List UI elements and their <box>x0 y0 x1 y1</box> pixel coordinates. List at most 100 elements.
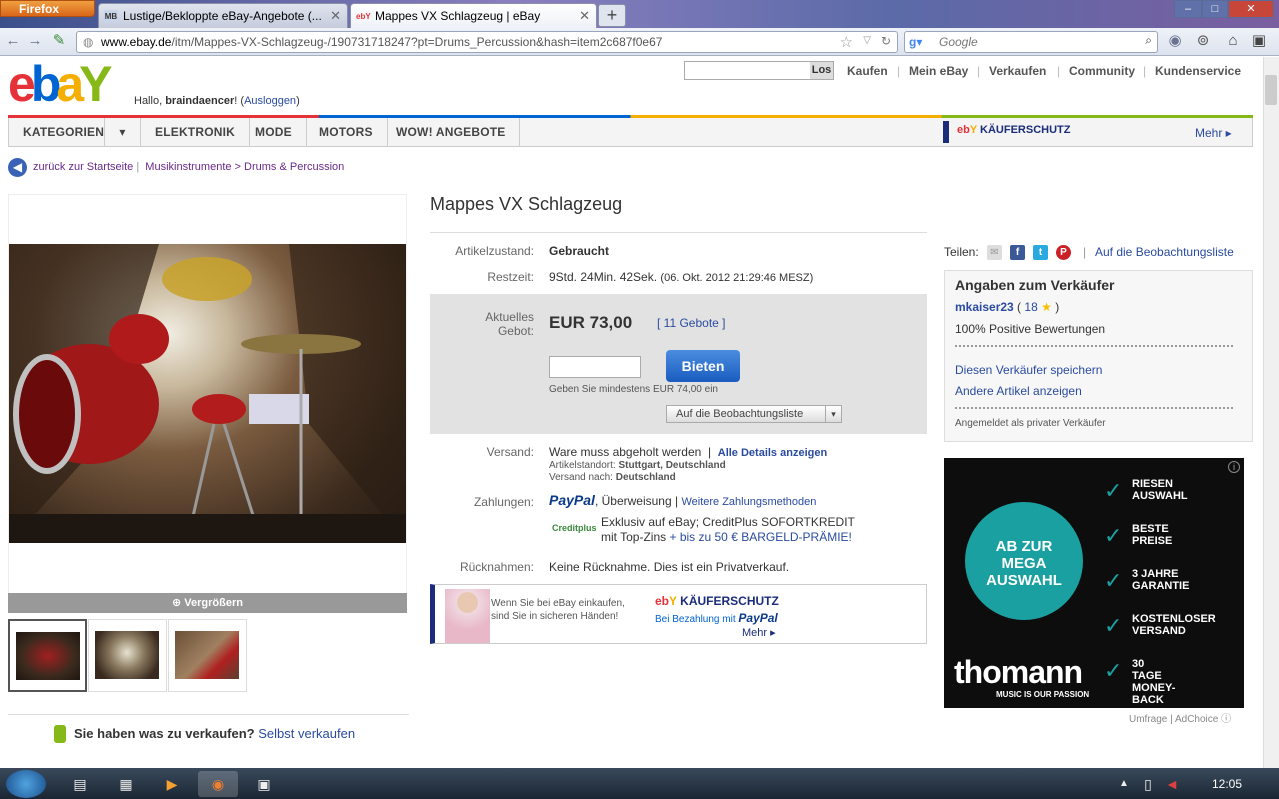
enlarge-button[interactable]: ⊕ Vergrößern <box>8 593 407 613</box>
new-tab-button[interactable]: + <box>598 4 626 27</box>
shipping-label: Versand: <box>486 445 534 459</box>
home-icon[interactable]: ⌂ <box>1224 32 1242 50</box>
thomann-tagline: MUSIC IS OUR PASSION <box>996 690 1090 699</box>
start-button[interactable] <box>6 770 46 798</box>
survey-link[interactable]: Umfrage <box>1129 714 1167 725</box>
thumbnail-3[interactable] <box>168 619 247 692</box>
kaeuferschutz-banner[interactable]: Wenn Sie bei eBay einkaufen, sind Sie in… <box>430 584 927 644</box>
back-to-home-link[interactable]: zurück zur Startseite <box>33 161 133 173</box>
close-window-button[interactable]: ✕ <box>1228 0 1274 18</box>
windows-taskbar: ▤ ▦ ▶ ◉ ▣ ▲ ▯ ◄ 12:05 <box>0 768 1279 799</box>
facebook-icon[interactable]: f <box>1010 245 1025 260</box>
thomann-ad[interactable]: i AB ZUR MEGA AUSWAHL ✓ RIESEN AUSWAHL ✓ BE… <box>944 458 1244 708</box>
main-product-image[interactable] <box>9 244 406 543</box>
thumbnail-2[interactable] <box>88 619 167 692</box>
twitter-icon[interactable]: t <box>1033 245 1048 260</box>
clock[interactable]: 12:05 <box>1212 777 1242 791</box>
check-icon: ✓ <box>1104 478 1123 503</box>
chat-icon[interactable]: ◉ <box>1166 32 1184 50</box>
kaeuferschutz-badge[interactable]: ebY KÄUFERSCHUTZ <box>943 121 1071 143</box>
ebay-logo[interactable]: ebaY <box>8 59 118 109</box>
volume-muted-icon[interactable]: ◄ <box>1162 771 1182 797</box>
seller-score-link[interactable]: 18 <box>1024 300 1037 314</box>
more-link[interactable]: Mehr ▸ <box>1195 126 1232 140</box>
banner-more-link[interactable]: Mehr ▸ <box>742 626 776 639</box>
media-player-icon[interactable]: ▶ <box>152 771 192 797</box>
ad-footer: Umfrage | AdChoice ⓘ <box>1129 714 1232 725</box>
bid-amount-input[interactable] <box>549 356 641 378</box>
divider: | <box>897 64 901 78</box>
google-search-input[interactable]: g▾ Google ⌕ <box>904 31 1158 53</box>
close-tab-icon[interactable]: ✕ <box>330 8 341 24</box>
seller-name-link[interactable]: mkaiser23 <box>955 300 1014 314</box>
save-seller-link[interactable]: Diesen Verkäufer speichern <box>955 363 1102 377</box>
forward-arrow-icon[interactable]: → <box>26 32 44 50</box>
watch-list-button[interactable]: ▾ Auf die Beobachtungsliste <box>666 405 842 423</box>
tab-lustige[interactable]: MB Lustige/Bekloppte eBay-Angebote (... … <box>98 3 348 28</box>
firefox-taskbar-icon[interactable]: ◉ <box>198 771 238 797</box>
divider: | <box>1057 64 1061 78</box>
close-tab-icon[interactable]: ✕ <box>579 8 590 24</box>
thumbnail-1[interactable] <box>8 619 87 692</box>
calculator-icon[interactable]: ▣ <box>244 771 284 797</box>
tray-arrow-icon[interactable]: ▲ <box>1114 771 1134 797</box>
category-elektronik[interactable]: ELEKTRONIK <box>141 118 250 146</box>
more-payment-link[interactable]: Weitere Zahlungsmethoden <box>681 496 816 508</box>
back-arrow-icon[interactable]: ← <box>4 32 22 50</box>
tab-label: Mappes VX Schlagzeug | eBay <box>375 9 541 23</box>
category-kategorien[interactable]: KATEGORIEN <box>9 118 105 146</box>
menu-icon[interactable]: ▣ <box>1250 32 1268 50</box>
search-button[interactable]: Los <box>810 62 833 79</box>
nav-mein-ebay[interactable]: Mein eBay <box>909 64 968 78</box>
tab-label: Lustige/Bekloppte eBay-Angebote (... <box>123 9 322 23</box>
credit-bonus-link[interactable]: + bis zu 50 € BARGELD-PRÄMIE! <box>669 530 851 544</box>
other-items-link[interactable]: Andere Artikel anzeigen <box>955 384 1082 398</box>
url-bar[interactable]: ◍ www.ebay.de/itm/Mappes-VX-Schlagzeug-/… <box>76 31 898 53</box>
adchoice-link[interactable]: AdChoice <box>1175 714 1218 725</box>
nav-verkaufen[interactable]: Verkaufen <box>989 64 1046 78</box>
bookmark-star-icon[interactable]: ☆ <box>840 33 853 51</box>
search-icon[interactable]: ⌕ <box>1145 33 1152 48</box>
divider <box>955 345 1233 347</box>
tab-favicon: MB <box>104 10 118 23</box>
nav-kundenservice[interactable]: Kundenservice <box>1155 64 1241 78</box>
nav-kaufen[interactable]: Kaufen <box>847 64 888 78</box>
reload-icon[interactable]: ↻ <box>881 34 891 48</box>
banner-text: Wenn Sie bei eBay einkaufen, sind Sie in… <box>491 598 625 622</box>
maximize-button[interactable]: □ <box>1202 0 1228 18</box>
category-wow-angebote[interactable]: WOW! ANGEBOTE <box>382 118 521 146</box>
adchoice-icon[interactable]: ⓘ <box>1221 714 1231 725</box>
navigation-bar: ← → ✎ ◍ www.ebay.de/itm/Mappes-VX-Schlag… <box>0 28 1279 56</box>
vertical-scrollbar[interactable] <box>1263 57 1279 768</box>
category-motors[interactable]: MOTORS <box>305 118 388 146</box>
minimize-button[interactable]: – <box>1174 0 1202 18</box>
ad-circle: AB ZUR MEGA AUSWAHL <box>965 502 1083 620</box>
info-icon[interactable]: i <box>1228 461 1240 473</box>
bid-button[interactable]: Bieten <box>666 350 740 382</box>
scrollbar-thumb[interactable] <box>1265 75 1277 105</box>
email-icon[interactable]: ✉ <box>987 245 1002 260</box>
chevron-down-icon[interactable]: ▾ <box>105 118 141 146</box>
sell-link[interactable]: Selbst verkaufen <box>258 726 355 741</box>
adblock-icon[interactable]: ⊚ <box>1194 32 1212 50</box>
current-price: EUR 73,00 <box>549 313 633 332</box>
watch-list-link[interactable]: Auf die Beobachtungsliste <box>1095 245 1234 259</box>
breadcrumb-path[interactable]: Musikinstrumente > Drums & Percussion <box>145 161 344 173</box>
category-mode[interactable]: MODE <box>241 118 307 146</box>
shipping-details-link[interactable]: Alle Details anzeigen <box>718 447 827 459</box>
addon-icon[interactable]: ✎ <box>50 32 68 50</box>
dropdown-icon[interactable]: ▽ <box>863 35 871 46</box>
google-logo-icon: g▾ <box>909 35 923 49</box>
nav-community[interactable]: Community <box>1069 64 1135 78</box>
explorer-icon[interactable]: ▤ <box>60 771 100 797</box>
chevron-down-icon[interactable]: ▾ <box>825 405 841 423</box>
pinterest-icon[interactable]: P <box>1056 245 1071 260</box>
logout-link[interactable]: Ausloggen <box>244 95 296 107</box>
tab-mappes[interactable]: ebY Mappes VX Schlagzeug | eBay ✕ <box>350 3 597 28</box>
bids-link[interactable]: [ 11 Gebote ] <box>657 316 726 330</box>
firefox-menu-button[interactable]: Firefox <box>0 0 95 17</box>
current-bid-label: Aktuelles Gebot: <box>485 310 534 338</box>
network-icon[interactable]: ▯ <box>1138 771 1158 797</box>
back-arrow-icon[interactable]: ◀ <box>8 158 27 177</box>
app-icon[interactable]: ▦ <box>106 771 146 797</box>
